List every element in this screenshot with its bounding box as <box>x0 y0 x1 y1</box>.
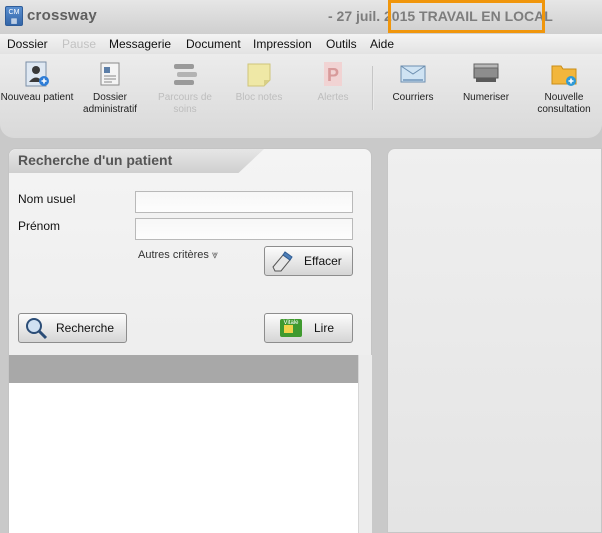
nom-label: Nom usuel <box>18 192 76 206</box>
tool-label: Dossier administratif <box>83 92 137 115</box>
prenom-label: Prénom <box>18 219 61 233</box>
app-name[interactable]: crossway <box>27 7 97 24</box>
mail-icon <box>399 60 427 88</box>
clear-button[interactable]: Effacer <box>264 246 353 276</box>
admin-file-icon <box>96 60 124 88</box>
toolbar: Nouveau patient Dossier administratif Pa… <box>0 54 602 138</box>
results-scrollbar[interactable] <box>358 355 372 533</box>
tool-label: Bloc notes <box>235 92 283 103</box>
tool-nouvelle-consultation[interactable]: Nouvelle consultation <box>527 60 601 116</box>
tool-parcours-de-soins: Parcours de soins <box>148 60 222 116</box>
app-logo-icon[interactable]: CM ▦ <box>5 6 23 26</box>
tool-bloc-notes: Bloc notes <box>222 60 296 104</box>
alert-icon: P <box>319 60 347 88</box>
menu-impression[interactable]: Impression <box>253 37 312 51</box>
read-card-button[interactable]: Vitale Lire <box>264 313 353 343</box>
tool-alertes: P Alertes <box>296 60 370 104</box>
vitale-card-icon: Vitale <box>279 316 303 340</box>
menu-document[interactable]: Document <box>186 37 241 51</box>
more-criteria-link[interactable]: Autres critères ⩔ <box>138 249 218 262</box>
clear-button-label: Effacer <box>304 254 342 268</box>
new-patient-icon <box>23 60 51 88</box>
more-criteria-label: Autres critères <box>138 249 209 261</box>
tool-courriers[interactable]: Courriers <box>376 60 450 104</box>
tool-label: Nouveau patient <box>0 92 74 103</box>
menu-pause: Pause <box>62 37 97 51</box>
eraser-icon <box>270 249 294 273</box>
scanner-icon <box>472 60 500 88</box>
menu-dossier[interactable]: Dossier <box>7 37 48 51</box>
tool-dossier-administratif[interactable]: Dossier administratif <box>73 60 147 116</box>
menu-aide[interactable]: Aide <box>370 37 394 51</box>
prenom-input[interactable] <box>135 218 353 240</box>
results-header <box>9 355 358 383</box>
tool-label: Courriers <box>392 92 434 103</box>
app-logo-text: CM <box>8 9 20 16</box>
search-button-label: Recherche <box>56 321 115 335</box>
app-menu-chevron-icon[interactable]: - <box>93 9 97 21</box>
magnifier-icon <box>24 316 48 340</box>
tool-nouveau-patient[interactable]: Nouveau patient <box>0 60 74 104</box>
new-consultation-icon <box>550 60 578 88</box>
menu-messagerie[interactable]: Messagerie <box>109 37 171 51</box>
tool-label: Alertes <box>317 92 349 103</box>
menu-bar: Dossier Pause Messagerie Document Impres… <box>0 34 602 54</box>
vitale-card-text: Vitale <box>284 320 300 326</box>
notepad-icon <box>245 60 273 88</box>
svg-text:P: P <box>327 65 339 85</box>
nom-input[interactable] <box>135 191 353 213</box>
search-button[interactable]: Recherche <box>18 313 127 343</box>
highlight-box <box>388 0 545 33</box>
tool-label: Parcours de soins <box>158 92 212 115</box>
tool-label: Nouvelle consultation <box>537 92 591 115</box>
detail-panel <box>387 148 602 533</box>
results-list[interactable] <box>9 383 358 533</box>
tool-label: Numeriser <box>462 92 510 103</box>
menu-outils[interactable]: Outils <box>326 37 357 51</box>
read-button-label: Lire <box>314 321 335 335</box>
panel-title: Recherche d'un patient <box>18 152 173 168</box>
title-bar: CM ▦ crossway - - 27 juil. 2015 TRAVAIL E… <box>0 0 602 34</box>
double-chevron-down-icon: ⩔ <box>211 249 219 261</box>
toolbar-separator <box>372 66 374 110</box>
patient-search-panel: Recherche d'un patient Nom usuel Prénom … <box>8 148 372 533</box>
care-path-icon <box>171 60 199 88</box>
tool-numeriser[interactable]: Numeriser <box>449 60 523 104</box>
